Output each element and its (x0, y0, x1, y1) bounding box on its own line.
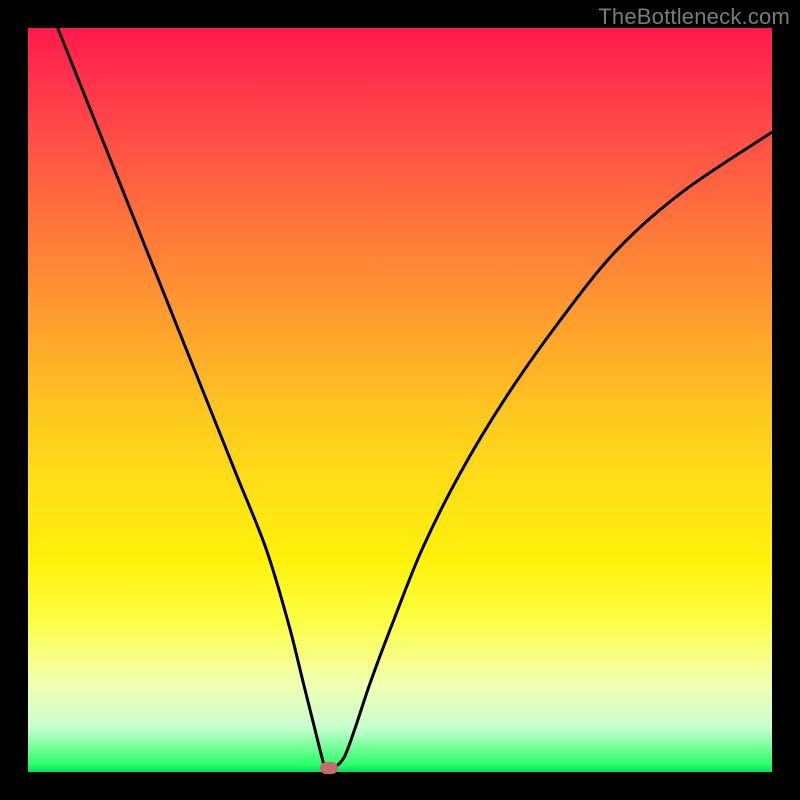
watermark-text: TheBottleneck.com (598, 4, 790, 30)
plot-area (28, 28, 772, 772)
bottleneck-curve (28, 28, 772, 772)
chart-frame: TheBottleneck.com (0, 0, 800, 800)
optimal-point-marker (320, 762, 338, 774)
